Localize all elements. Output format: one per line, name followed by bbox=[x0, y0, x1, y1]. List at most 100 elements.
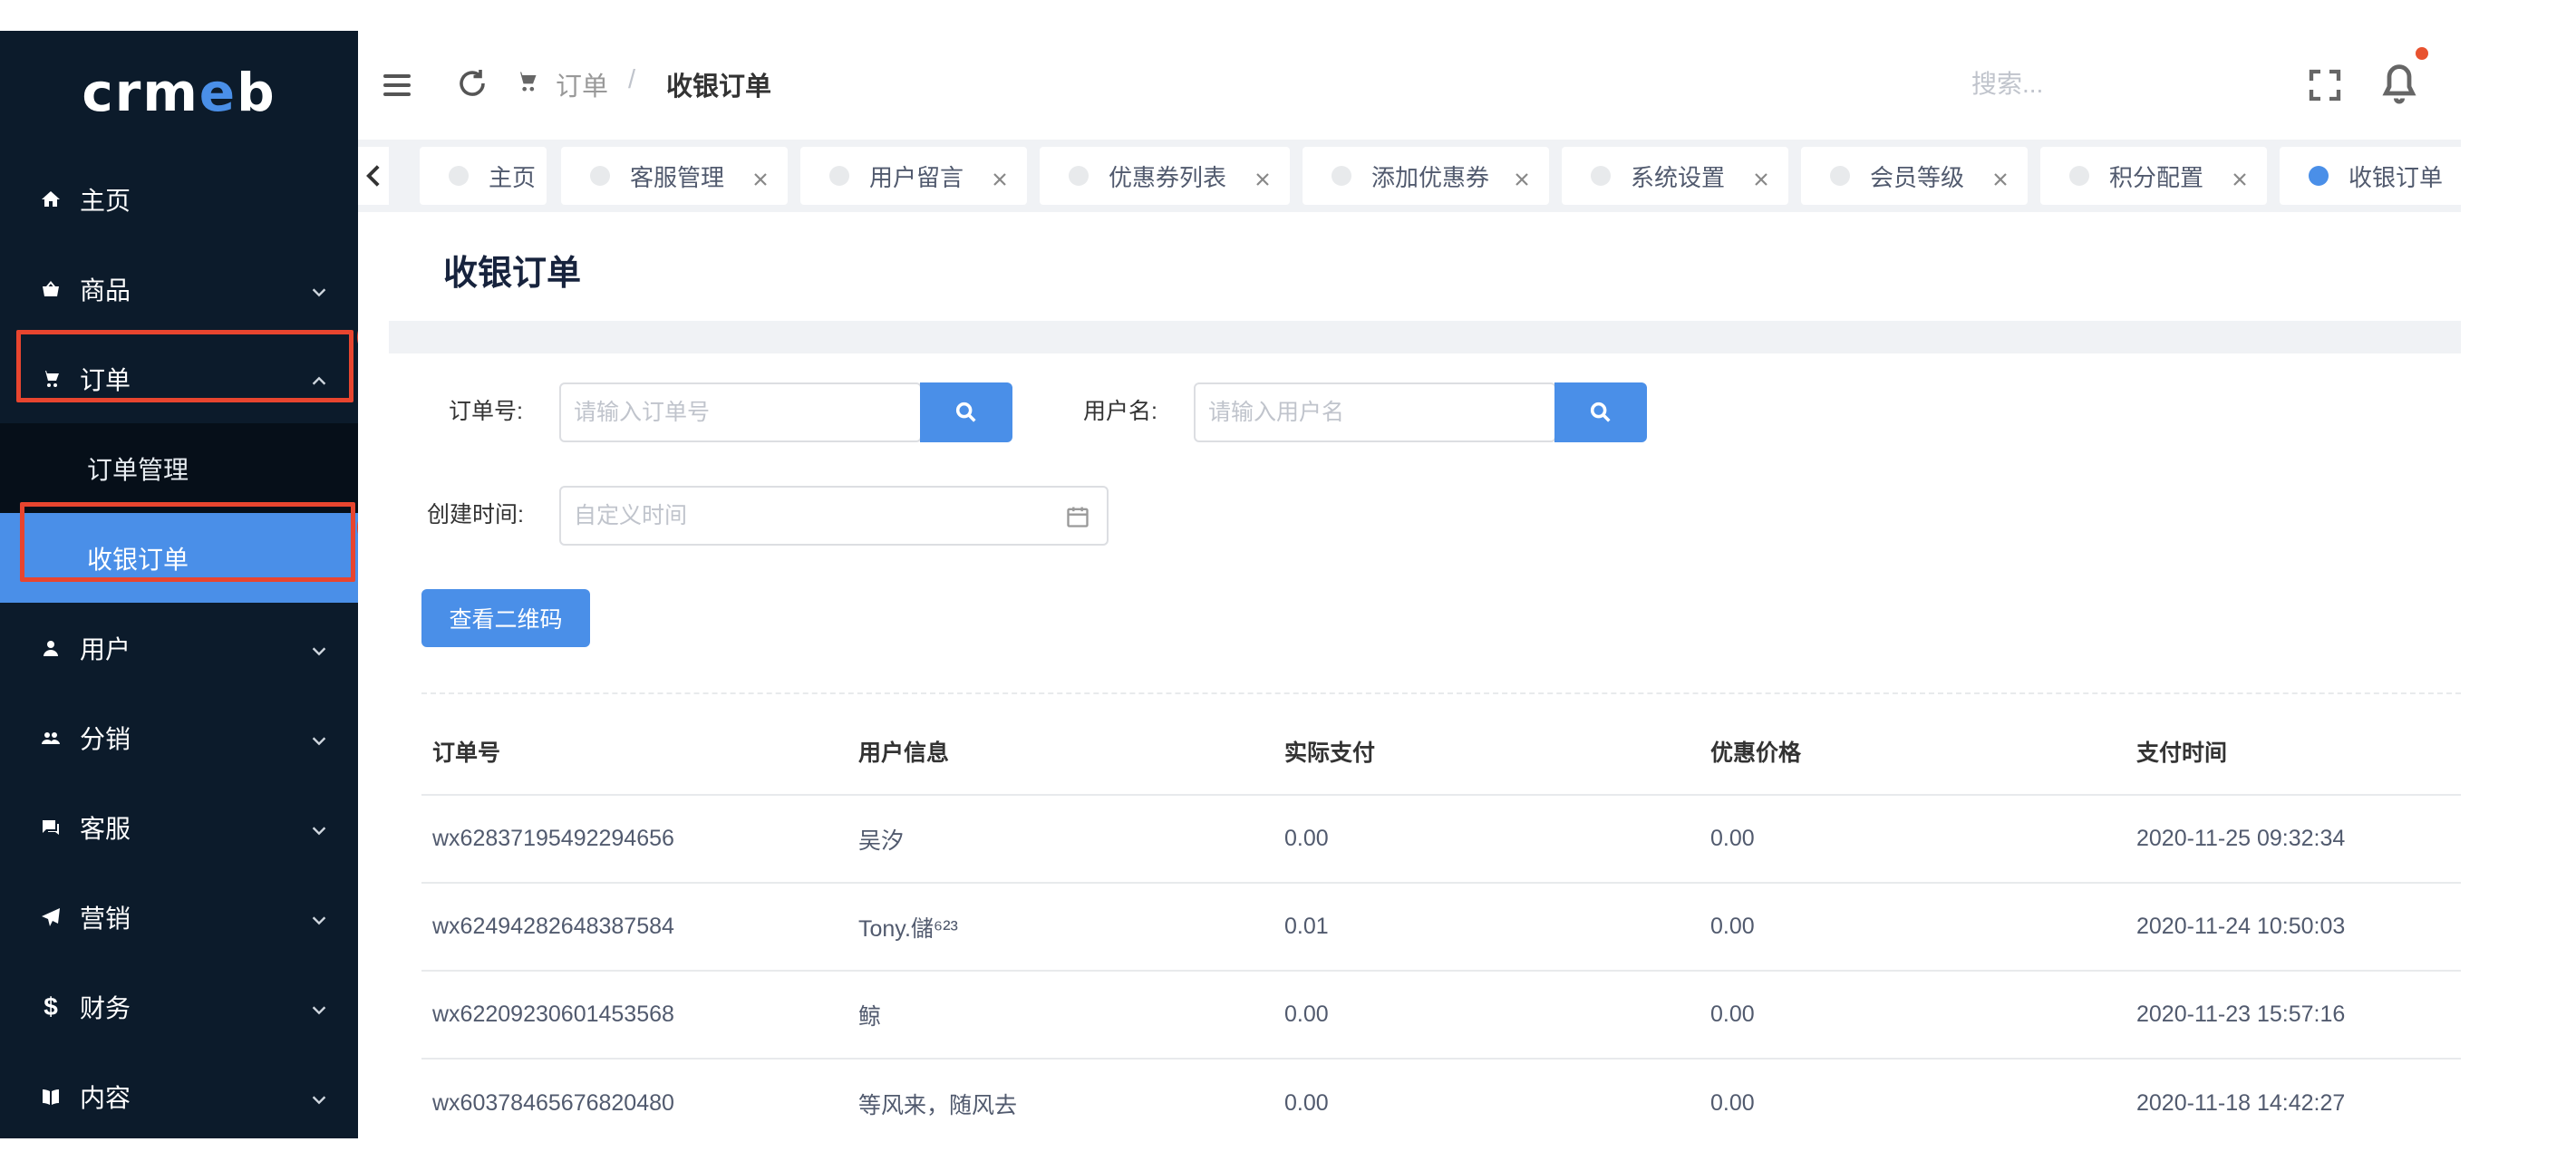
tab-label: 会员等级 bbox=[1870, 163, 1965, 191]
section-divider bbox=[389, 321, 2461, 353]
app-root: crm e b 主页 商品 订单 订单管理 收银订单 用户 分销 客服 营销 $… bbox=[0, 0, 2576, 1171]
created-time-input[interactable] bbox=[574, 488, 1011, 544]
order-no-label: 订单号: bbox=[449, 399, 523, 424]
main-content: 收银订单 订单号: 用户名: 创建时间: 查看二维码 订单号 用户信息 实际支付 bbox=[358, 212, 2461, 1138]
tab-status-dot bbox=[1830, 166, 1850, 186]
sidebar-item-products[interactable]: 商品 bbox=[0, 244, 358, 334]
tab-status-dot bbox=[1332, 166, 1351, 186]
tab-status-dot bbox=[2069, 166, 2089, 186]
close-icon[interactable] bbox=[991, 167, 1009, 186]
close-icon[interactable] bbox=[751, 167, 770, 186]
page-title: 收银订单 bbox=[443, 255, 582, 293]
order-no-field[interactable] bbox=[559, 382, 922, 442]
refresh-icon[interactable] bbox=[456, 67, 489, 100]
column-header: 支付时间 bbox=[2136, 740, 2228, 766]
close-icon[interactable] bbox=[1254, 167, 1272, 186]
sidebar-subitem-cashier-orders[interactable]: 收银订单 bbox=[0, 513, 358, 603]
created-time-picker[interactable] bbox=[559, 486, 1109, 546]
close-icon[interactable] bbox=[1513, 167, 1531, 186]
sidebar-item-service[interactable]: 客服 bbox=[0, 782, 358, 872]
table-row: wx62837195492294656 吴汐 0.00 0.00 2020-11… bbox=[421, 796, 2461, 884]
chevron-down-icon bbox=[309, 818, 329, 837]
username-search-button[interactable] bbox=[1554, 382, 1647, 442]
tab-service-management[interactable]: 客服管理 bbox=[561, 147, 788, 205]
tab-label: 系统设置 bbox=[1631, 163, 1726, 191]
close-icon[interactable] bbox=[2231, 167, 2249, 186]
sidebar-subitem-order-management[interactable]: 订单管理 bbox=[0, 423, 358, 513]
tab-add-coupon[interactable]: 添加优惠券 bbox=[1303, 147, 1549, 205]
notification-badge bbox=[2416, 47, 2428, 60]
tab-member-levels[interactable]: 会员等级 bbox=[1801, 147, 2028, 205]
bell-icon[interactable] bbox=[2379, 62, 2421, 107]
order-no-input[interactable] bbox=[574, 384, 861, 440]
home-icon bbox=[38, 187, 63, 212]
column-header: 用户信息 bbox=[858, 740, 950, 766]
table-cell: 2020-11-24 10:50:03 bbox=[2136, 914, 2346, 939]
chevron-down-icon bbox=[309, 728, 329, 748]
top-header: 订单 / 收银订单 bbox=[358, 31, 2461, 140]
table-cell: 0.01 bbox=[1284, 914, 1329, 939]
tab-home[interactable]: 主页 bbox=[420, 147, 547, 205]
table-cell: 等风来，随风去 bbox=[858, 1092, 1018, 1118]
tabs-bar: 主页 客服管理 用户留言 优惠券列表 添加优惠券 系统设置 会员等级 积分配置 … bbox=[358, 140, 2461, 212]
tab-status-dot bbox=[829, 166, 849, 186]
table-cell: wx62837195492294656 bbox=[432, 826, 674, 851]
tab-user-messages[interactable]: 用户留言 bbox=[800, 147, 1027, 205]
sidebar-item-users[interactable]: 用户 bbox=[0, 603, 358, 692]
breadcrumb-separator: / bbox=[628, 65, 636, 94]
close-icon[interactable] bbox=[1991, 167, 2009, 186]
chevron-down-icon bbox=[309, 1087, 329, 1107]
sidebar: crm e b 主页 商品 订单 订单管理 收银订单 用户 分销 客服 营销 $… bbox=[0, 31, 358, 1138]
sidebar-subitem-label: 收银订单 bbox=[87, 545, 189, 574]
table-cell: wx62209230601453568 bbox=[432, 1002, 674, 1027]
username-input[interactable] bbox=[1208, 384, 1496, 440]
breadcrumb-parent[interactable]: 订单 bbox=[556, 65, 608, 103]
tab-label: 优惠券列表 bbox=[1109, 163, 1227, 191]
table-cell: 2020-11-18 14:42:27 bbox=[2136, 1090, 2346, 1116]
tab-label: 积分配置 bbox=[2109, 163, 2204, 191]
table-row: wx62494282648387584 Tony.儲⁶²³ 0.01 0.00 … bbox=[421, 884, 2461, 972]
cart-icon bbox=[38, 366, 63, 392]
table-cell: Tony.儲⁶²³ bbox=[858, 915, 958, 942]
sidebar-item-label: 用户 bbox=[80, 634, 131, 663]
dollar-icon: $ bbox=[44, 992, 58, 1021]
table-row: wx62209230601453568 鲸 0.00 0.00 2020-11-… bbox=[421, 972, 2461, 1060]
view-qrcode-button[interactable]: 查看二维码 bbox=[421, 589, 590, 647]
sidebar-item-label: 商品 bbox=[80, 276, 131, 305]
send-icon bbox=[38, 905, 63, 930]
cart-icon bbox=[514, 69, 541, 96]
search-icon bbox=[955, 402, 976, 422]
fullscreen-icon[interactable] bbox=[2307, 67, 2343, 103]
username-label: 用户名: bbox=[1083, 399, 1157, 424]
table-cell: 0.00 bbox=[1284, 1002, 1329, 1027]
created-time-label: 创建时间: bbox=[427, 502, 524, 527]
chevron-up-icon bbox=[309, 369, 329, 389]
sidebar-item-home[interactable]: 主页 bbox=[0, 154, 358, 244]
sidebar-item-finance[interactable]: $ 财务 bbox=[0, 962, 358, 1051]
tab-system-settings[interactable]: 系统设置 bbox=[1562, 147, 1788, 205]
sidebar-item-distribution[interactable]: 分销 bbox=[0, 692, 358, 782]
tab-cashier-orders[interactable]: 收银订单 bbox=[2280, 147, 2461, 205]
sidebar-item-marketing[interactable]: 营销 bbox=[0, 872, 358, 962]
tab-status-dot bbox=[2309, 166, 2329, 186]
menu-toggle-icon[interactable] bbox=[383, 74, 411, 96]
tab-coupon-list[interactable]: 优惠券列表 bbox=[1040, 147, 1290, 205]
tab-status-dot bbox=[449, 166, 469, 186]
search-input[interactable] bbox=[1971, 62, 2280, 107]
table-cell: 0.00 bbox=[1710, 1002, 1755, 1027]
sidebar-item-content[interactable]: 内容 bbox=[0, 1051, 358, 1141]
sidebar-item-orders[interactable]: 订单 bbox=[0, 334, 358, 423]
search-icon bbox=[1590, 402, 1611, 422]
sidebar-item-label: 客服 bbox=[80, 814, 131, 843]
order-no-search-button[interactable] bbox=[920, 382, 1012, 442]
tab-points-config[interactable]: 积分配置 bbox=[2040, 147, 2267, 205]
chevron-down-icon bbox=[309, 638, 329, 658]
close-icon[interactable] bbox=[1752, 167, 1770, 186]
table-cell: 鲸 bbox=[858, 1003, 882, 1030]
table-cell: 0.00 bbox=[1284, 826, 1329, 851]
table-cell: 2020-11-25 09:32:34 bbox=[2136, 826, 2346, 851]
chevron-down-icon bbox=[309, 279, 329, 299]
username-field[interactable] bbox=[1194, 382, 1556, 442]
chevron-left-icon[interactable] bbox=[358, 147, 389, 205]
calendar-icon bbox=[1065, 504, 1090, 529]
